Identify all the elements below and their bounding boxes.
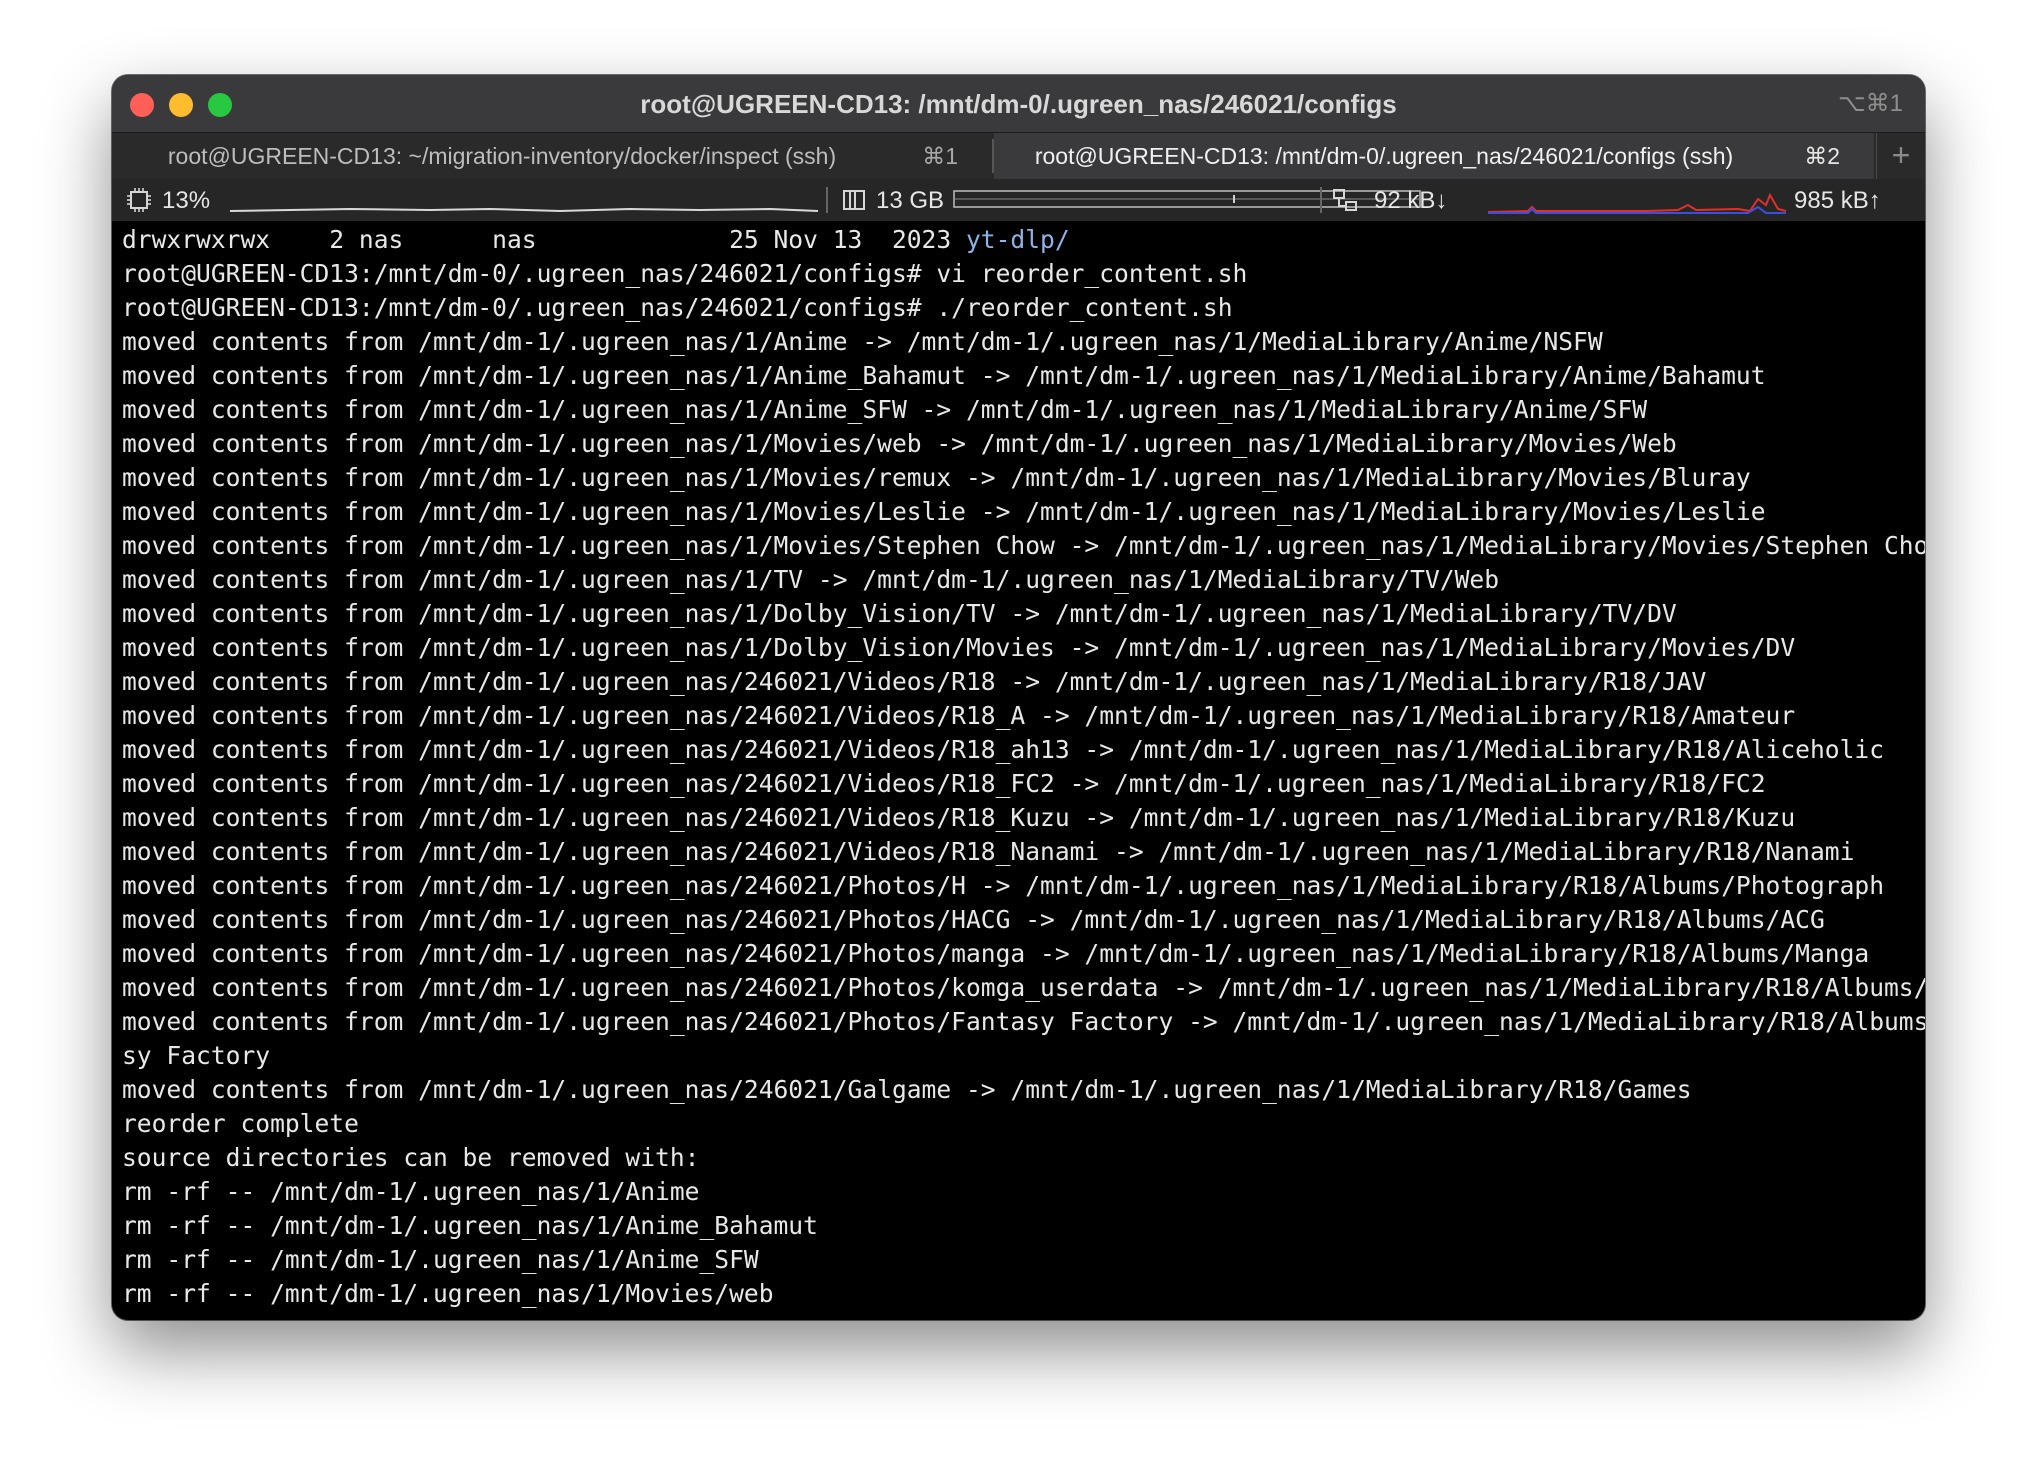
terminal-line-text: moved contents from /mnt/dm-1/.ugreen_na… <box>122 497 1766 526</box>
terminal-line: rm -rf -- /mnt/dm-1/.ugreen_nas/1/Movies… <box>122 1277 1921 1311</box>
terminal-line-text: moved contents from /mnt/dm-1/.ugreen_na… <box>122 599 1677 628</box>
terminal-line-text: moved contents from /mnt/dm-1/.ugreen_na… <box>122 939 1870 968</box>
terminal-line: moved contents from /mnt/dm-1/.ugreen_na… <box>122 631 1921 665</box>
terminal-line: rm -rf -- /mnt/dm-1/.ugreen_nas/1/Anime_… <box>122 1243 1921 1277</box>
new-tab-button[interactable]: + <box>1876 133 1925 179</box>
terminal-line: moved contents from /mnt/dm-1/.ugreen_na… <box>122 665 1921 699</box>
terminal-line: moved contents from /mnt/dm-1/.ugreen_na… <box>122 971 1925 1005</box>
terminal-line: moved contents from /mnt/dm-1/.ugreen_na… <box>122 461 1921 495</box>
tab-shortcut: ⌘2 <box>1804 143 1840 169</box>
terminal-line: moved contents from /mnt/dm-1/.ugreen_na… <box>122 869 1921 903</box>
terminal-line: moved contents from /mnt/dm-1/.ugreen_na… <box>122 325 1921 359</box>
terminal-line-text: source directories can be removed with: <box>122 1143 700 1172</box>
terminal-line: moved contents from /mnt/dm-1/.ugreen_na… <box>122 393 1921 427</box>
status-bar: 13% 13 GB 92 kB↓ 985 kB↑ <box>112 179 1925 221</box>
terminal-line-text: moved contents from /mnt/dm-1/.ugreen_na… <box>122 531 1925 560</box>
terminal-line: moved contents from /mnt/dm-1/.ugreen_na… <box>122 597 1921 631</box>
terminal-line: moved contents from /mnt/dm-1/.ugreen_na… <box>122 1073 1921 1107</box>
terminal-line: moved contents from /mnt/dm-1/.ugreen_na… <box>122 563 1921 597</box>
terminal-line: moved contents from /mnt/dm-1/.ugreen_na… <box>122 529 1925 563</box>
terminal-line-text: moved contents from /mnt/dm-1/.ugreen_na… <box>122 701 1796 730</box>
tab-bar: root@UGREEN-CD13: ~/migration-inventory/… <box>112 133 1925 179</box>
terminal-line-text: root@UGREEN-CD13:/mnt/dm-0/.ugreen_nas/2… <box>122 293 1233 322</box>
terminal-line: rm -rf -- /mnt/dm-1/.ugreen_nas/1/Anime <box>122 1175 1921 1209</box>
terminal-line-text: moved contents from /mnt/dm-1/.ugreen_na… <box>122 327 1603 356</box>
terminal-line: drwxrwxrwx 2 nas nas 25 Nov 13 2023 yt-d… <box>122 223 1921 257</box>
tab-configs[interactable]: root@UGREEN-CD13: /mnt/dm-0/.ugreen_nas/… <box>994 133 1874 179</box>
terminal-line: moved contents from /mnt/dm-1/.ugreen_na… <box>122 495 1921 529</box>
terminal-line-text: rm -rf -- /mnt/dm-1/.ugreen_nas/1/Anime_… <box>122 1245 759 1274</box>
terminal-line: moved contents from /mnt/dm-1/.ugreen_na… <box>122 699 1921 733</box>
network-download: 92 kB↓ <box>1374 187 1448 214</box>
terminal-line-text: drwxrwxrwx 2 nas nas 25 Nov 13 2023 <box>122 225 966 254</box>
status-separator <box>1320 187 1322 213</box>
terminal-line: sy Factory <box>122 1039 1921 1073</box>
terminal-window: root@UGREEN-CD13: /mnt/dm-0/.ugreen_nas/… <box>112 75 1925 1320</box>
terminal-line-text: moved contents from /mnt/dm-1/.ugreen_na… <box>122 1007 1925 1036</box>
terminal-line-text: moved contents from /mnt/dm-1/.ugreen_na… <box>122 735 1884 764</box>
terminal-line-text: moved contents from /mnt/dm-1/.ugreen_na… <box>122 905 1825 934</box>
terminal-line: moved contents from /mnt/dm-1/.ugreen_na… <box>122 801 1921 835</box>
tab-shortcut: ⌘1 <box>922 143 958 169</box>
window-shortcut: ⌥⌘1 <box>1837 90 1903 117</box>
terminal-line: moved contents from /mnt/dm-1/.ugreen_na… <box>122 359 1921 393</box>
terminal-line: root@UGREEN-CD13:/mnt/dm-0/.ugreen_nas/2… <box>122 257 1921 291</box>
terminal-line-text: moved contents from /mnt/dm-1/.ugreen_na… <box>122 395 1648 424</box>
terminal-line-text: rm -rf -- /mnt/dm-1/.ugreen_nas/1/Movies… <box>122 1279 774 1308</box>
terminal-line-text: moved contents from /mnt/dm-1/.ugreen_na… <box>122 667 1707 696</box>
terminal-line: moved contents from /mnt/dm-1/.ugreen_na… <box>122 937 1921 971</box>
terminal-line: source directories can be removed with: <box>122 1141 1921 1175</box>
terminal-line: moved contents from /mnt/dm-1/.ugreen_na… <box>122 1005 1925 1039</box>
terminal-line-text: moved contents from /mnt/dm-1/.ugreen_na… <box>122 769 1766 798</box>
terminal-line-text: reorder complete <box>122 1109 359 1138</box>
tab-inspect[interactable]: root@UGREEN-CD13: ~/migration-inventory/… <box>112 133 992 179</box>
terminal-line-text: moved contents from /mnt/dm-1/.ugreen_na… <box>122 973 1925 1002</box>
tab-label: root@UGREEN-CD13: /mnt/dm-0/.ugreen_nas/… <box>1034 143 1734 169</box>
tab-label: root@UGREEN-CD13: ~/migration-inventory/… <box>167 143 837 169</box>
terminal-line: root@UGREEN-CD13:/mnt/dm-0/.ugreen_nas/2… <box>122 291 1921 325</box>
terminal-line-text: root@UGREEN-CD13:/mnt/dm-0/.ugreen_nas/2… <box>122 259 1248 288</box>
terminal-line-text: moved contents from /mnt/dm-1/.ugreen_na… <box>122 633 1796 662</box>
terminal-line-text: moved contents from /mnt/dm-1/.ugreen_na… <box>122 565 1500 594</box>
terminal-line-text: moved contents from /mnt/dm-1/.ugreen_na… <box>122 463 1751 492</box>
cpu-icon <box>126 188 152 219</box>
network-upload: 985 kB↑ <box>1794 187 1881 214</box>
terminal-line-text: moved contents from /mnt/dm-1/.ugreen_na… <box>122 429 1677 458</box>
cpu-graph <box>229 187 820 220</box>
terminal-line: moved contents from /mnt/dm-1/.ugreen_na… <box>122 733 1921 767</box>
terminal-line: moved contents from /mnt/dm-1/.ugreen_na… <box>122 835 1921 869</box>
terminal-line: moved contents from /mnt/dm-1/.ugreen_na… <box>122 903 1921 937</box>
network-icon <box>1332 188 1360 221</box>
terminal-line: rm -rf -- /mnt/dm-1/.ugreen_nas/1/Anime_… <box>122 1209 1921 1243</box>
terminal-line-text: moved contents from /mnt/dm-1/.ugreen_na… <box>122 803 1796 832</box>
terminal-output[interactable]: drwxrwxrwx 2 nas nas 25 Nov 13 2023 yt-d… <box>122 223 1925 1320</box>
terminal-line-text: rm -rf -- /mnt/dm-1/.ugreen_nas/1/Anime_… <box>122 1211 818 1240</box>
status-separator <box>826 187 828 213</box>
terminal-line: reorder complete <box>122 1107 1921 1141</box>
terminal-line-text: moved contents from /mnt/dm-1/.ugreen_na… <box>122 1075 1692 1104</box>
terminal-line-text: moved contents from /mnt/dm-1/.ugreen_na… <box>122 361 1766 390</box>
terminal-line-text: moved contents from /mnt/dm-1/.ugreen_na… <box>122 837 1855 866</box>
terminal-line: moved contents from /mnt/dm-1/.ugreen_na… <box>122 767 1921 801</box>
title-bar[interactable]: root@UGREEN-CD13: /mnt/dm-0/.ugreen_nas/… <box>112 75 1925 133</box>
terminal-line-text: rm -rf -- /mnt/dm-1/.ugreen_nas/1/Anime <box>122 1177 700 1206</box>
terminal-line: moved contents from /mnt/dm-1/.ugreen_na… <box>122 427 1921 461</box>
window-title: root@UGREEN-CD13: /mnt/dm-0/.ugreen_nas/… <box>640 89 1397 119</box>
cpu-percentage: 13% <box>162 187 211 214</box>
directory-name: yt-dlp/ <box>965 225 1070 254</box>
terminal-line-text: sy Factory <box>122 1041 271 1070</box>
terminal-line-text: moved contents from /mnt/dm-1/.ugreen_na… <box>122 871 1884 900</box>
network-graph <box>1487 185 1788 222</box>
